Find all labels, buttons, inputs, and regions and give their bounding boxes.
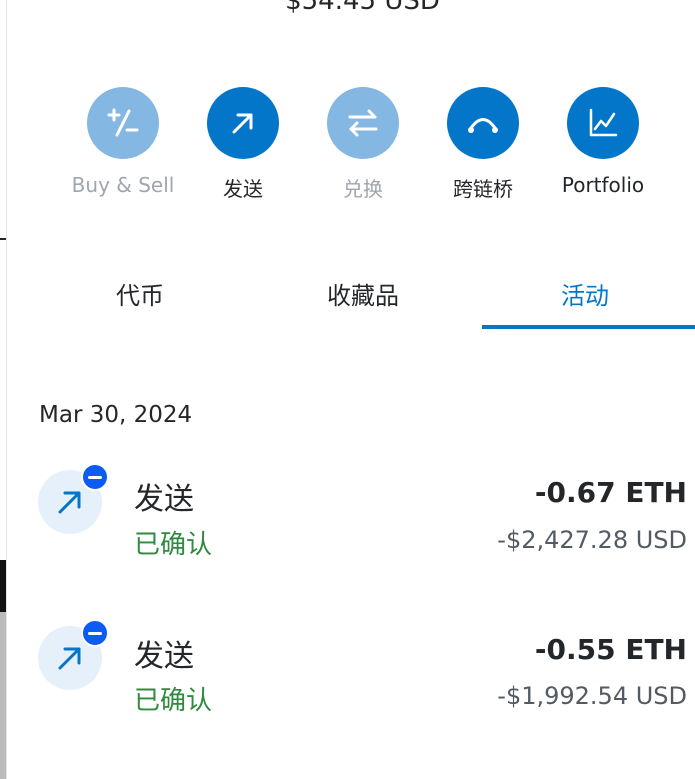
portfolio-chart-icon xyxy=(567,87,639,159)
send-label: 发送 xyxy=(223,177,263,201)
tab-tokens[interactable]: 代币 xyxy=(100,276,180,311)
bridge-icon xyxy=(447,87,519,159)
transaction-fiat: -$2,427.28 USD xyxy=(497,526,687,554)
bridge-button[interactable]: 跨链桥 xyxy=(423,87,543,202)
send-arrow-icon xyxy=(38,463,109,534)
send-arrow-icon xyxy=(207,87,279,159)
tab-activity[interactable]: 活动 xyxy=(545,276,625,311)
buy-sell-button[interactable]: Buy & Sell xyxy=(63,87,183,197)
send-button[interactable]: 发送 xyxy=(183,87,303,202)
bridge-label: 跨链桥 xyxy=(453,177,513,201)
window-edge-mark xyxy=(0,612,6,779)
buy-sell-icon xyxy=(87,87,159,159)
window-edge-mark xyxy=(0,238,6,240)
transaction-amount: -0.67 ETH xyxy=(534,476,687,509)
swap-label: 兑换 xyxy=(343,177,383,201)
activity-date: Mar 30, 2024 xyxy=(39,402,193,428)
transaction-amount: -0.55 ETH xyxy=(534,633,687,666)
minus-badge-icon xyxy=(81,463,109,491)
transaction-status: 已确认 xyxy=(134,530,213,560)
tab-activity-indicator xyxy=(482,325,695,329)
swap-button[interactable]: 兑换 xyxy=(303,87,423,202)
portfolio-label: Portfolio xyxy=(561,173,645,197)
minus-badge-icon xyxy=(81,619,109,647)
transaction-fiat: -$1,992.54 USD xyxy=(497,682,687,710)
portfolio-button[interactable]: Portfolio xyxy=(543,87,663,197)
send-arrow-icon xyxy=(38,619,109,690)
transaction-title: 发送 xyxy=(134,482,194,517)
swap-arrows-icon xyxy=(327,87,399,159)
tab-collectibles[interactable]: 收藏品 xyxy=(303,276,423,311)
balance-fiat: $54.45 USD xyxy=(285,0,440,16)
buy-sell-label: Buy & Sell xyxy=(71,173,175,197)
window-edge-mark xyxy=(0,560,6,612)
transaction-status: 已确认 xyxy=(134,686,213,716)
transaction-title: 发送 xyxy=(134,639,194,674)
